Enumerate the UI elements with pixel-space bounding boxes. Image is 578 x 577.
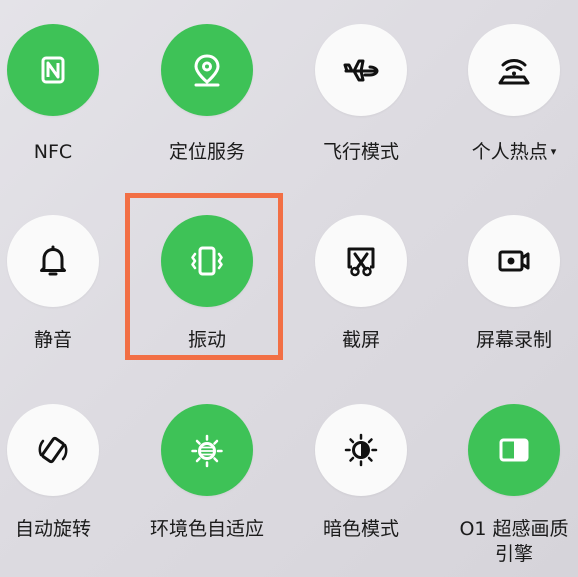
screen-record-icon <box>498 250 530 272</box>
tile-label: NFC <box>33 141 73 163</box>
dark-mode-icon <box>344 433 378 467</box>
hotspot-icon <box>498 59 530 85</box>
tile-label: 静音 <box>33 329 72 351</box>
tile-airplane[interactable]: 飞行模式 <box>286 24 436 163</box>
tile-label: 屏幕录制 <box>475 329 552 351</box>
ambient-color-icon <box>191 434 223 468</box>
tile-label: 个人热点 ▾ <box>439 140 578 164</box>
ambient-color-toggle[interactable] <box>161 404 253 496</box>
hotspot-label: 个人热点 <box>471 141 548 163</box>
o1-engine-toggle[interactable] <box>468 404 560 496</box>
screenshot-scissors-icon <box>347 247 375 277</box>
auto-rotate-toggle[interactable] <box>7 404 99 496</box>
tile-label: 飞行模式 <box>322 141 399 163</box>
location-toggle[interactable] <box>161 24 253 116</box>
tile-label: 暗色模式 <box>322 518 399 540</box>
auto-rotate-icon <box>38 436 68 464</box>
tile-auto-rotate[interactable]: 自动旋转 <box>0 404 128 540</box>
tile-screenshot[interactable]: 截屏 <box>286 215 436 351</box>
tile-label: 环境色自适应 <box>149 518 264 540</box>
tile-ambient-color[interactable]: 环境色自适应 <box>132 404 282 540</box>
tile-label: 定位服务 <box>168 141 245 163</box>
tile-nfc[interactable]: NFC <box>0 24 128 163</box>
chevron-down-icon[interactable]: ▾ <box>551 145 557 158</box>
bell-icon <box>40 245 66 276</box>
tile-o1-engine[interactable]: O1 超感画质 引擎 <box>439 404 578 565</box>
location-pin-icon <box>194 54 220 87</box>
tile-location[interactable]: 定位服务 <box>132 24 282 163</box>
screen-record-toggle[interactable] <box>468 215 560 307</box>
tile-label-line2: 引擎 <box>494 543 533 565</box>
screenshot-toggle[interactable] <box>315 215 407 307</box>
highlight-box <box>125 193 283 360</box>
tile-label: 自动旋转 <box>14 518 91 540</box>
nfc-toggle[interactable] <box>7 24 99 116</box>
airplane-icon <box>343 59 379 82</box>
tile-screen-record[interactable]: 屏幕录制 <box>439 215 578 351</box>
tile-silent[interactable]: 静音 <box>0 215 128 351</box>
tile-dark-mode[interactable]: 暗色模式 <box>286 404 436 540</box>
silent-toggle[interactable] <box>7 215 99 307</box>
hotspot-toggle[interactable] <box>468 24 560 116</box>
dark-mode-toggle[interactable] <box>315 404 407 496</box>
o1-engine-icon <box>499 438 529 462</box>
tile-label: 截屏 <box>341 329 380 351</box>
nfc-icon <box>41 56 65 84</box>
tile-hotspot[interactable]: 个人热点 ▾ <box>439 24 578 163</box>
airplane-toggle[interactable] <box>315 24 407 116</box>
tile-label: O1 超感画质 <box>459 518 569 540</box>
